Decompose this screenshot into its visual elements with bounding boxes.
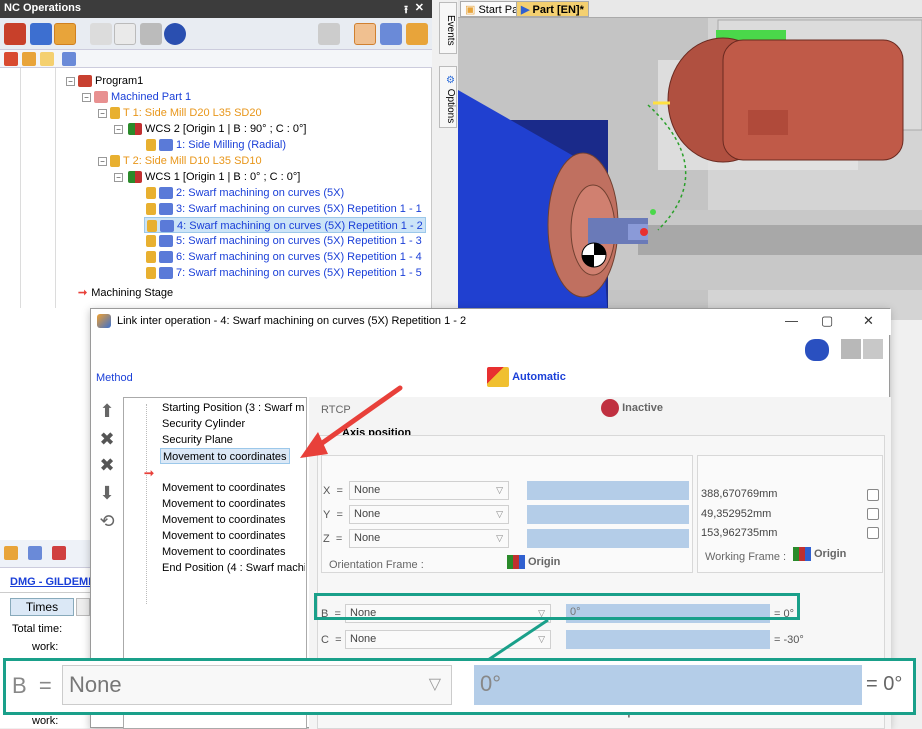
zoom-connector [487,618,549,662]
b-axis-highlight-box [314,593,800,620]
zoom-result: = 0° [866,673,903,695]
chevron-down-icon: ▽ [428,676,441,693]
b-axis-zoom-callout: B = None ▽ 0° = 0° [3,658,916,715]
zoom-value[interactable]: 0° [474,665,862,705]
zoom-select[interactable]: None ▽ [62,665,452,705]
zoom-axis-label: B = [12,673,52,698]
callout-arrow [315,385,403,449]
callout-arrow-head [300,432,328,458]
